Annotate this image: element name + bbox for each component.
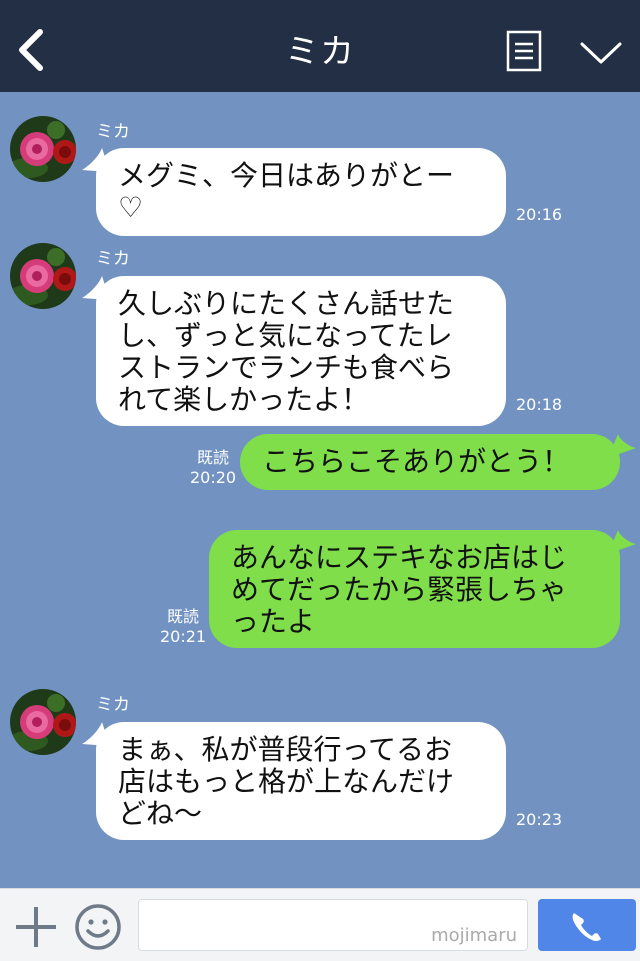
sender-name: ミカ [96, 122, 130, 142]
message-line: ストランでランチも食べら [118, 351, 455, 384]
message-bubble[interactable]: あんなにステキなお店はじ めてだったから緊張しちゃ ったよ [209, 530, 620, 648]
message-line: めてだったから緊張しちゃ [231, 573, 568, 606]
message-line: まぁ、私が普段行ってるお [118, 733, 453, 766]
message-line: どね〜 [118, 797, 203, 830]
rose-avatar-icon [10, 243, 76, 309]
avatar[interactable] [10, 243, 76, 309]
watermark: mojimaru [431, 925, 517, 946]
call-button[interactable] [538, 899, 636, 951]
sender-name: ミカ [96, 249, 130, 269]
bubble-tail [608, 530, 636, 554]
timestamp: 20:21 [160, 627, 207, 646]
message-line: メグミ、今日はありがとー [118, 159, 455, 192]
rose-avatar-icon [10, 116, 76, 182]
phone-icon [572, 913, 601, 942]
timestamp: 20:20 [190, 468, 237, 487]
message-line: ♡ [118, 191, 144, 224]
rose-avatar-icon [10, 689, 76, 755]
avatar[interactable] [10, 116, 76, 182]
timestamp: 20:23 [516, 810, 563, 829]
message-bubble[interactable]: まぁ、私が普段行ってるお 店はもっと格が上なんだけ どね〜 [96, 722, 506, 840]
message-bubble[interactable]: こちらこそありがとう！ [240, 434, 620, 490]
read-status: 既読 20:20 [190, 448, 236, 488]
message-line: 店はもっと格が上なんだけ [118, 765, 455, 798]
message-line: し、ずっと気になってたレ [118, 319, 453, 352]
message-line: 久しぶりにたくさん話せた [118, 287, 455, 320]
plus-icon[interactable] [14, 905, 58, 949]
message-bubble[interactable]: メグミ、今日はありがとー ♡ [96, 148, 506, 236]
notes-icon[interactable] [506, 30, 542, 72]
timestamp: 20:16 [516, 205, 563, 224]
avatar[interactable] [10, 689, 76, 755]
message-line: あんなにステキなお店はじ [231, 541, 568, 574]
chevron-down-icon[interactable] [578, 34, 624, 70]
chat-title: ミカ [285, 32, 355, 72]
message-bubble[interactable]: 久しぶりにたくさん話せた し、ずっと気になってたレ ストランでランチも食べら れ… [96, 276, 506, 426]
read-status: 既読 20:21 [160, 607, 206, 647]
message-line: れて楽しかったよ！ [118, 383, 370, 416]
chat-header: ミカ [0, 0, 640, 92]
message-line: こちらこそありがとう！ [262, 445, 571, 478]
read-label: 既読 [167, 607, 200, 626]
message-line: ったよ [231, 605, 316, 638]
sender-name: ミカ [96, 695, 130, 715]
read-label: 既読 [197, 448, 230, 467]
timestamp: 20:18 [516, 395, 563, 414]
emoji-icon[interactable] [74, 903, 122, 951]
input-bar: mojimaru [0, 888, 640, 961]
bubble-tail [608, 434, 636, 458]
message-input[interactable]: mojimaru [138, 899, 528, 951]
